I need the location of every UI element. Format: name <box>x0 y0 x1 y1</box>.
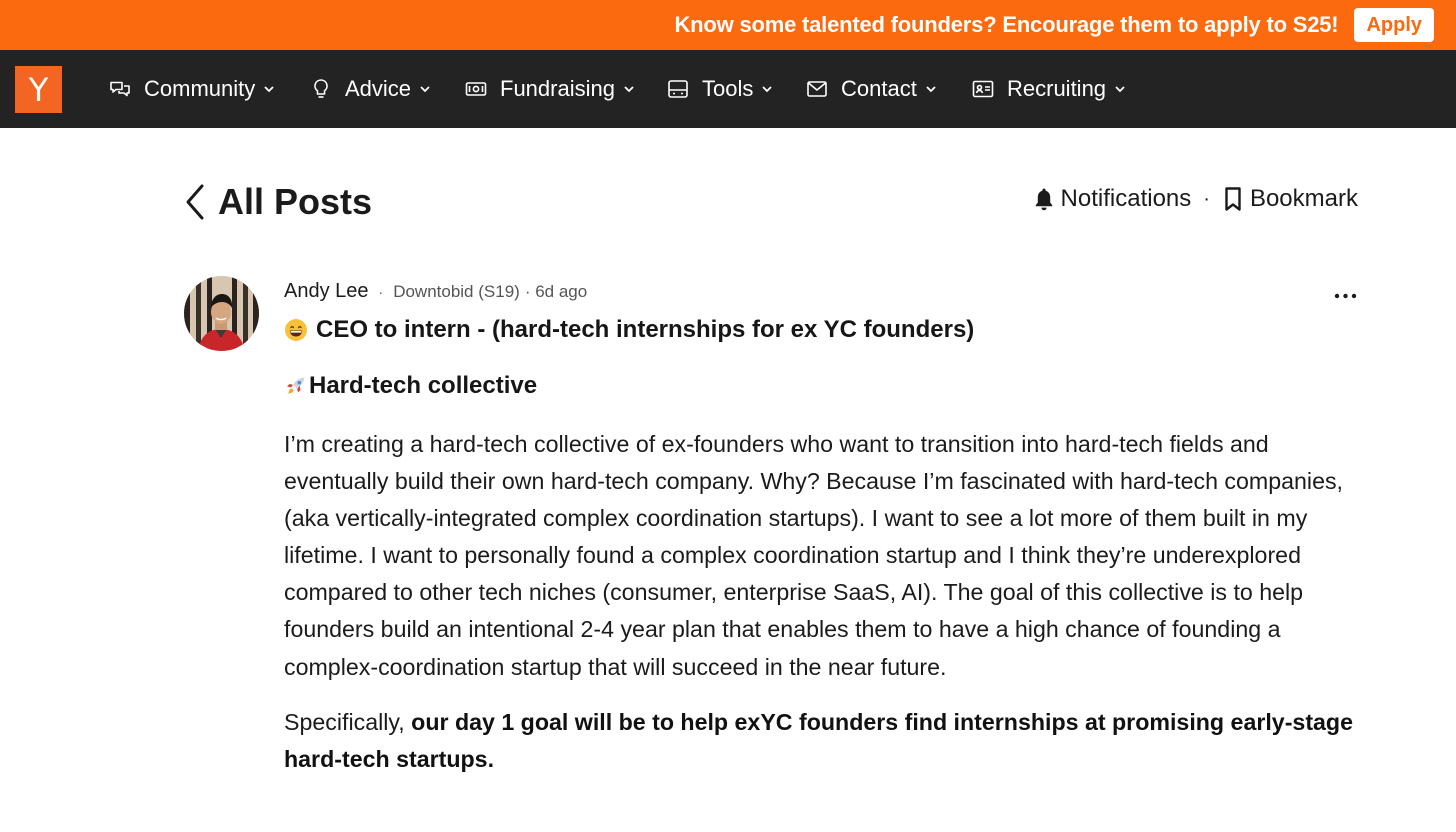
logo-letter: Y <box>28 70 49 109</box>
chat-bubbles-icon <box>110 81 130 97</box>
nav-community-label: Community <box>144 76 256 101</box>
post-subheading: Hard-tech collective <box>284 372 537 400</box>
post-paragraph-1: I’m creating a hard-tech collective of e… <box>284 431 1344 680</box>
nav-recruiting-label: Recruiting <box>1007 76 1107 101</box>
chevron-down-icon <box>1115 86 1125 93</box>
author-name[interactable]: Andy Lee <box>284 280 369 303</box>
post-paragraph-2: Specifically, our day 1 goal will be to … <box>284 704 1358 778</box>
meta-separator: · <box>378 284 384 300</box>
more-options-icon[interactable] <box>1330 280 1360 310</box>
nav-contact-label: Contact <box>841 76 917 101</box>
actions-separator: · <box>1203 187 1210 210</box>
chevron-down-icon <box>624 86 634 93</box>
avatar-image <box>184 276 259 351</box>
chevron-left-icon <box>186 184 204 220</box>
nav-tools[interactable]: Tools <box>666 50 773 128</box>
nav-contact[interactable]: Contact <box>805 50 937 128</box>
apply-button[interactable]: Apply <box>1354 8 1434 42</box>
notifications-label: Notifications <box>1060 185 1192 212</box>
lightbulb-icon <box>314 79 328 98</box>
nav-advice-label: Advice <box>345 76 412 101</box>
paragraph-2-lead: Specifically, <box>284 709 412 735</box>
bell-icon <box>1035 188 1052 211</box>
page-header: All Posts Notifications · Bookmark <box>182 175 1358 231</box>
nav-advice[interactable]: Advice <box>309 50 431 128</box>
post-subheading-text: Hard-tech collective <box>309 372 538 399</box>
page-title: All Posts <box>218 181 373 222</box>
tray-icon <box>668 80 688 98</box>
envelope-icon <box>807 81 827 97</box>
nav-community[interactable]: Community <box>108 50 275 128</box>
notifications-button[interactable]: Notifications <box>1033 185 1192 213</box>
main-navbar: Y Community Advice Fundraising Tools Con… <box>0 50 1456 128</box>
bookmark-icon <box>1225 187 1241 211</box>
post-actions: Notifications · Bookmark <box>1033 185 1358 213</box>
rocket-icon <box>287 377 305 394</box>
back-to-all-posts[interactable]: All Posts <box>182 181 372 223</box>
banner-text: Know some talented founders? Encourage t… <box>674 12 1339 37</box>
avatar[interactable] <box>184 276 259 351</box>
post-title: CEO to intern - (hard-tech internships f… <box>284 316 974 344</box>
bookmark-button[interactable]: Bookmark <box>1222 185 1358 213</box>
post-time: · 6d ago <box>524 282 588 301</box>
money-icon <box>465 82 487 96</box>
chevron-down-icon <box>264 86 274 93</box>
author-company[interactable]: Downtobid (S19) <box>393 282 520 302</box>
nav-fundraising[interactable]: Fundraising <box>464 50 635 128</box>
chevron-down-icon <box>420 86 430 93</box>
chevron-down-icon <box>762 86 772 93</box>
nav-tools-label: Tools <box>702 76 754 101</box>
chevron-down-icon <box>926 86 936 93</box>
announcement-banner: Know some talented founders? Encourage t… <box>0 0 1456 50</box>
nav-recruiting[interactable]: Recruiting <box>971 50 1126 128</box>
grinning-face-icon <box>285 319 307 341</box>
yc-logo[interactable]: Y <box>15 66 62 113</box>
paragraph-2-bold: our day 1 goal will be to help exYC foun… <box>284 709 1353 773</box>
post-meta: Andy Lee · Downtobid (S19) · 6d ago <box>284 280 587 303</box>
post-title-text: CEO to intern - (hard-tech internships f… <box>316 316 975 343</box>
nav-fundraising-label: Fundraising <box>500 76 615 101</box>
bookmark-label: Bookmark <box>1249 185 1358 212</box>
id-card-icon <box>972 80 994 98</box>
